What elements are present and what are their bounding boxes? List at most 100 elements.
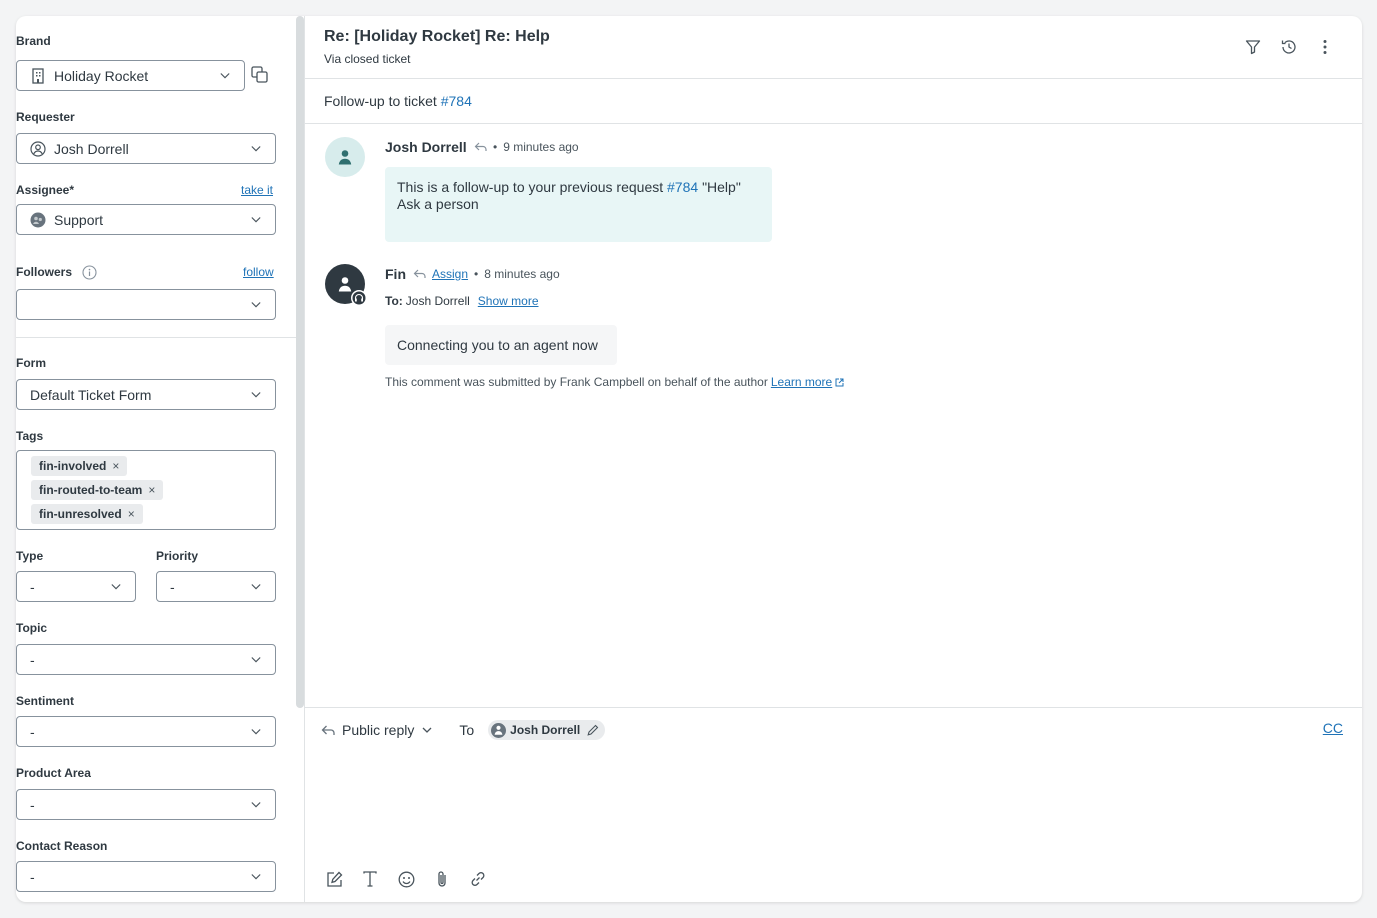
recipient-name: Josh Dorrell <box>510 723 581 737</box>
message-author: Josh Dorrell <box>385 139 467 155</box>
tag-chip: fin-involved × <box>31 456 128 476</box>
requester-label: Requester <box>16 110 75 124</box>
tags-label: Tags <box>16 429 44 443</box>
ticket-properties-sidebar: Brand Holiday Rocket Requester Josh Dorr… <box>16 16 296 902</box>
type-value: - <box>30 578 35 595</box>
sentiment-value: - <box>30 723 35 740</box>
chevron-down-icon <box>220 71 230 81</box>
type-select[interactable]: - <box>16 571 136 602</box>
chevron-down-icon <box>251 144 261 154</box>
header-divider <box>305 78 1362 79</box>
chevron-down-icon <box>251 215 261 225</box>
ticket-card: Brand Holiday Rocket Requester Josh Dorr… <box>16 16 1362 902</box>
person-icon <box>338 277 352 292</box>
group-icon <box>30 212 46 228</box>
message-bubble: This is a follow-up to your previous req… <box>385 167 772 242</box>
chevron-down-icon <box>251 390 261 400</box>
chevron-down-icon <box>111 582 121 592</box>
section-divider <box>16 337 296 338</box>
assignee-label: Assignee* <box>16 183 75 197</box>
learn-more-link[interactable]: Learn more <box>771 375 832 389</box>
brand-select[interactable]: Holiday Rocket <box>16 60 245 91</box>
chevron-down-icon[interactable] <box>422 727 432 734</box>
assignee-select[interactable]: Support <box>16 204 276 235</box>
message-meta: • 9 minutes ago <box>474 140 579 154</box>
brand-label: Brand <box>16 34 51 48</box>
person-icon <box>491 722 507 738</box>
form-label: Form <box>16 356 46 370</box>
pencil-icon[interactable] <box>587 724 599 736</box>
product-area-value: - <box>30 796 35 813</box>
follow-link[interactable]: follow <box>243 265 274 279</box>
attachment-icon[interactable] <box>432 869 452 889</box>
composer-toolbar <box>324 869 488 889</box>
conversation-panel: Re: [Holiday Rocket] Re: Help Via closed… <box>305 16 1362 902</box>
remove-tag-icon[interactable]: × <box>112 459 119 473</box>
message-time: 8 minutes ago <box>484 267 560 281</box>
type-label: Type <box>16 549 44 563</box>
banner-divider <box>305 123 1362 124</box>
info-icon[interactable] <box>81 264 97 280</box>
reply-arrow-icon <box>474 142 487 152</box>
remove-tag-icon[interactable]: × <box>128 507 135 521</box>
reply-mode-select[interactable]: Public reply <box>342 722 414 738</box>
sidebar-scrollbar[interactable] <box>296 16 304 708</box>
avatar[interactable] <box>325 137 365 177</box>
building-icon <box>30 67 46 84</box>
priority-select[interactable]: - <box>156 571 276 602</box>
sentiment-label: Sentiment <box>16 694 75 708</box>
user-circle-icon <box>30 140 46 157</box>
brand-value: Holiday Rocket <box>54 67 149 84</box>
contact-reason-select[interactable]: - <box>16 861 276 892</box>
form-select[interactable]: Default Ticket Form <box>16 379 276 410</box>
more-options-icon[interactable] <box>1316 38 1334 56</box>
external-link-icon <box>835 378 844 387</box>
tags-input[interactable]: fin-involved × fin-routed-to-team × fin-un… <box>16 450 276 530</box>
remove-tag-icon[interactable]: × <box>148 483 155 497</box>
requester-value: Josh Dorrell <box>54 140 129 157</box>
recipient-chip[interactable]: Josh Dorrell <box>488 720 606 740</box>
history-icon[interactable] <box>1280 38 1298 56</box>
tag-chip: fin-unresolved × <box>31 504 143 524</box>
sentiment-select[interactable]: - <box>16 716 276 747</box>
followup-banner: Follow-up to ticket #784 <box>324 93 472 109</box>
chevron-down-icon <box>251 655 261 665</box>
topic-select[interactable]: - <box>16 644 276 675</box>
chevron-down-icon <box>251 582 261 592</box>
show-more-link[interactable]: Show more <box>478 294 539 308</box>
header-actions <box>1244 38 1334 56</box>
take-it-link[interactable]: take it <box>241 183 273 197</box>
topic-value: - <box>30 651 35 668</box>
message-time: 9 minutes ago <box>503 140 579 154</box>
on-behalf-note: This comment was submitted by Frank Camp… <box>385 375 844 389</box>
product-area-label: Product Area <box>16 766 91 780</box>
followers-label: Followers <box>16 265 73 279</box>
text-format-icon[interactable] <box>360 869 380 889</box>
message-recipients: To: Josh Dorrell Show more <box>385 294 539 308</box>
assign-link[interactable]: Assign <box>432 267 468 281</box>
headset-badge-icon <box>351 290 367 306</box>
chevron-down-icon <box>251 872 261 882</box>
priority-value: - <box>170 578 175 595</box>
previous-request-link[interactable]: #784 <box>667 179 698 195</box>
product-area-select[interactable]: - <box>16 789 276 820</box>
assignee-value: Support <box>54 211 104 228</box>
copy-brand-icon[interactable] <box>251 66 269 84</box>
emoji-icon[interactable] <box>396 869 416 889</box>
chevron-down-icon <box>251 300 261 310</box>
composer-header: Public reply To Josh Dorrell <box>321 720 606 740</box>
ticket-channel: Via closed ticket <box>324 52 411 66</box>
contact-reason-label: Contact Reason <box>16 839 108 853</box>
compose-icon[interactable] <box>324 869 344 889</box>
cc-link[interactable]: CC <box>1323 720 1343 736</box>
ticket-title: Re: [Holiday Rocket] Re: Help <box>324 28 550 45</box>
topic-label: Topic <box>16 621 48 635</box>
link-icon[interactable] <box>468 869 488 889</box>
requester-select[interactable]: Josh Dorrell <box>16 133 276 164</box>
reply-arrow-icon <box>321 725 335 736</box>
message-meta: Assign • 8 minutes ago <box>413 267 560 281</box>
message-bubble: Connecting you to an agent now <box>385 325 617 365</box>
followers-select[interactable] <box>16 289 276 320</box>
filter-icon[interactable] <box>1244 38 1262 56</box>
followup-ticket-link[interactable]: #784 <box>441 93 472 109</box>
